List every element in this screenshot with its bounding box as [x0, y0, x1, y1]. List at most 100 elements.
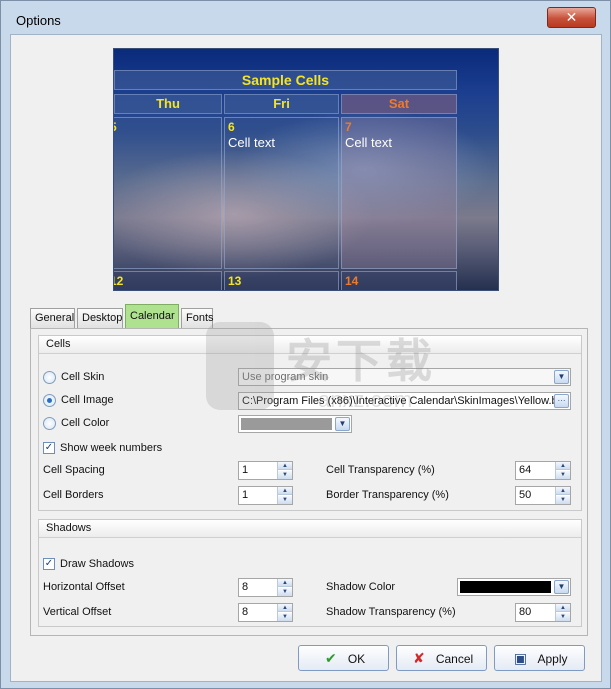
- spin-down-icon[interactable]: ▼: [556, 471, 570, 479]
- draw-shadows-label: Draw Shadows: [60, 558, 134, 570]
- cell-borders-value: 1: [242, 489, 249, 501]
- cell-image-radio[interactable]: [43, 394, 56, 407]
- tab-desktop[interactable]: Desktop: [77, 308, 123, 328]
- spin-arrows: ▲ ▼: [277, 579, 292, 596]
- border-transparency-label: Border Transparency (%): [326, 489, 449, 501]
- show-week-numbers-label: Show week numbers: [60, 442, 163, 454]
- spin-up-icon[interactable]: ▲: [278, 579, 292, 587]
- spin-up-icon[interactable]: ▲: [556, 462, 570, 470]
- spin-arrows: ▲ ▼: [555, 487, 570, 504]
- cancel-button-label: Cancel: [435, 652, 474, 666]
- border-transparency-value: 50: [519, 489, 532, 501]
- cell-spacing-value: 1: [242, 464, 249, 476]
- cell-color-picker[interactable]: ▼: [238, 415, 352, 433]
- checkmark-icon: ✔: [324, 650, 337, 666]
- preview-day-thu: Thu: [114, 94, 222, 114]
- options-window: Options ✕ Sample Cells Thu Fri Sat 5 6 C…: [0, 0, 611, 689]
- cells-group-header: Cells: [39, 336, 581, 354]
- spin-up-icon[interactable]: ▲: [278, 487, 292, 495]
- preview-title: Sample Cells: [114, 70, 457, 90]
- preview-cell-number: 12: [114, 274, 124, 288]
- ok-button[interactable]: ✔ OK: [298, 645, 389, 671]
- spin-down-icon[interactable]: ▼: [278, 496, 292, 504]
- cross-icon: ✘: [412, 650, 425, 666]
- preview-cell: 6 Cell text: [224, 117, 339, 269]
- tab-fonts[interactable]: Fonts: [181, 308, 214, 328]
- shadows-group: Shadows ✓ Draw Shadows Horizontal Offset…: [38, 519, 582, 627]
- cell-skin-radio[interactable]: [43, 371, 56, 384]
- preview-cell-number: 6: [228, 120, 235, 134]
- spin-up-icon[interactable]: ▲: [556, 604, 570, 612]
- preview-cell: 7 Cell text: [341, 117, 457, 269]
- vertical-offset-spinner[interactable]: 8 ▲ ▼: [238, 603, 293, 622]
- tab-calendar[interactable]: Calendar: [125, 304, 179, 329]
- preview-cell-number: 13: [228, 274, 242, 288]
- cell-skin-label: Cell Skin: [61, 371, 105, 383]
- cell-image-path-value: C:\Program Files (x86)\Interactive Calen…: [242, 395, 558, 407]
- cell-image-label: Cell Image: [61, 394, 114, 406]
- spin-down-icon[interactable]: ▼: [278, 588, 292, 596]
- shadow-transparency-spinner[interactable]: 80 ▲ ▼: [515, 603, 571, 622]
- spin-up-icon[interactable]: ▲: [278, 462, 292, 470]
- shadow-transparency-value: 80: [519, 606, 532, 618]
- chevron-down-icon[interactable]: ▼: [554, 370, 569, 384]
- draw-shadows-checkbox[interactable]: ✓: [43, 558, 55, 570]
- border-transparency-spinner[interactable]: 50 ▲ ▼: [515, 486, 571, 505]
- vertical-offset-label: Vertical Offset: [43, 606, 112, 618]
- floppy-disk-icon: ▣: [513, 650, 528, 666]
- show-week-numbers-checkbox[interactable]: ✓: [43, 442, 55, 454]
- horizontal-offset-value: 8: [242, 581, 249, 593]
- shadow-color-swatch: [460, 581, 551, 593]
- cell-transparency-label: Cell Transparency (%): [326, 464, 435, 476]
- sample-cells-preview: Sample Cells Thu Fri Sat 5 6 Cell text 7…: [113, 48, 499, 291]
- shadows-group-header: Shadows: [39, 520, 581, 538]
- preview-cell-text: Cell text: [345, 135, 392, 150]
- shadow-color-label: Shadow Color: [326, 581, 396, 593]
- chevron-down-icon[interactable]: ▼: [554, 580, 569, 594]
- preview-cell: 12: [114, 271, 222, 290]
- preview-day-sat: Sat: [341, 94, 457, 114]
- cell-borders-spinner[interactable]: 1 ▲ ▼: [238, 486, 293, 505]
- preview-cell-number: 5: [114, 120, 117, 134]
- preview-cell-number: 7: [345, 120, 352, 134]
- close-button[interactable]: ✕: [547, 7, 596, 28]
- spin-down-icon[interactable]: ▼: [278, 471, 292, 479]
- preview-day-fri: Fri: [224, 94, 339, 114]
- spin-arrows: ▲ ▼: [277, 462, 292, 479]
- cell-color-radio[interactable]: [43, 417, 56, 430]
- ok-button-label: OK: [347, 652, 366, 666]
- cancel-button[interactable]: ✘ Cancel: [396, 645, 487, 671]
- window-title: Options: [16, 13, 61, 28]
- spin-down-icon[interactable]: ▼: [278, 613, 292, 621]
- preview-cell: 13: [224, 271, 339, 290]
- apply-button-label: Apply: [537, 652, 568, 666]
- horizontal-offset-label: Horizontal Offset: [43, 581, 125, 593]
- spin-down-icon[interactable]: ▼: [556, 496, 570, 504]
- spin-arrows: ▲ ▼: [555, 462, 570, 479]
- cell-color-label: Cell Color: [61, 417, 110, 429]
- vertical-offset-value: 8: [242, 606, 249, 618]
- calendar-tab-panel: Cells Cell Skin Use program skin ▼ Cell …: [30, 328, 588, 636]
- spin-up-icon[interactable]: ▲: [278, 604, 292, 612]
- spin-up-icon[interactable]: ▲: [556, 487, 570, 495]
- title-bar[interactable]: Options ✕: [1, 1, 610, 35]
- spin-down-icon[interactable]: ▼: [556, 613, 570, 621]
- chevron-down-icon[interactable]: ▼: [335, 417, 350, 431]
- cell-borders-label: Cell Borders: [43, 489, 104, 501]
- cell-color-swatch: [241, 418, 332, 430]
- preview-cell: 5: [114, 117, 222, 269]
- preview-cell: 14: [341, 271, 457, 290]
- cell-transparency-spinner[interactable]: 64 ▲ ▼: [515, 461, 571, 480]
- shadow-color-picker[interactable]: ▼: [457, 578, 571, 596]
- cell-image-path-field[interactable]: C:\Program Files (x86)\Interactive Calen…: [238, 392, 571, 410]
- cell-spacing-spinner[interactable]: 1 ▲ ▼: [238, 461, 293, 480]
- cell-spacing-label: Cell Spacing: [43, 464, 105, 476]
- cell-skin-select[interactable]: Use program skin ▼: [238, 368, 571, 386]
- preview-cell-number: 14: [345, 274, 359, 288]
- spin-arrows: ▲ ▼: [555, 604, 570, 621]
- apply-button[interactable]: ▣ Apply: [494, 645, 585, 671]
- browse-ellipsis-icon[interactable]: ···: [554, 394, 569, 408]
- cell-skin-value: Use program skin: [242, 371, 329, 383]
- horizontal-offset-spinner[interactable]: 8 ▲ ▼: [238, 578, 293, 597]
- tab-general[interactable]: General: [30, 308, 75, 328]
